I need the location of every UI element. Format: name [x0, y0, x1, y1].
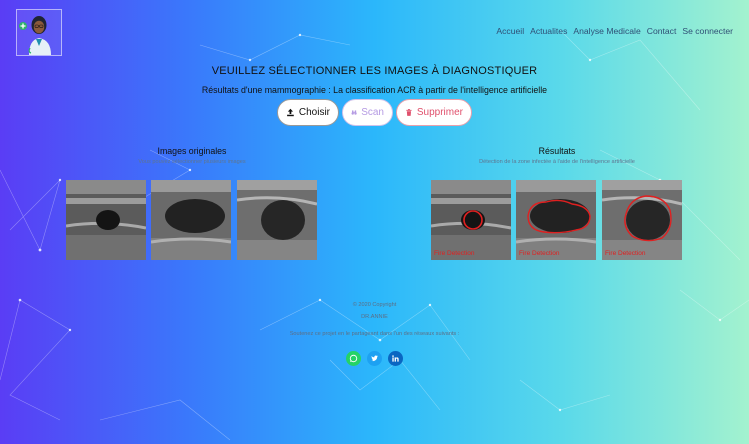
nav-accueil[interactable]: Accueil — [496, 26, 524, 36]
footer-copyright: © 2020 Copyright — [352, 302, 397, 308]
whatsapp-icon — [349, 354, 358, 363]
page-title: VEUILLEZ SÉLECTIONNER LES IMAGES À DIAGN… — [211, 65, 538, 77]
detection-label: Fire Detection — [605, 250, 646, 257]
nav-actualites[interactable]: Actualites — [530, 26, 567, 36]
page-subtitle: Résultats d'une mammographie : La classi… — [201, 85, 548, 95]
results-caption: Détection de la zone infectée à l'aide d… — [479, 159, 635, 165]
footer-brand: DR.ANNIE — [361, 314, 388, 320]
whatsapp-button[interactable] — [346, 351, 361, 366]
result-image-1[interactable]: Fire Detection — [431, 180, 511, 260]
scan-button[interactable]: Scan — [342, 99, 393, 126]
result-image-3[interactable]: Fire Detection — [602, 180, 682, 260]
linkedin-icon — [392, 355, 399, 362]
footer-share-text: Soutenez ce projet en le partageant dans… — [289, 331, 460, 337]
trash-icon — [406, 109, 412, 116]
action-bar: Choisir Scan Supprimer — [0, 99, 749, 126]
social-links — [0, 351, 749, 366]
nav-se-connecter[interactable]: Se connecter — [682, 26, 733, 36]
original-image-1[interactable] — [66, 180, 146, 260]
originals-caption: Vous pouvez sélectionner plusieurs image… — [138, 159, 246, 165]
upload-icon — [287, 108, 294, 117]
main-nav: Accueil Actualites Analyse Medicale Cont… — [496, 26, 733, 36]
detection-label: Fire Detection — [519, 250, 560, 257]
nav-contact[interactable]: Contact — [647, 26, 677, 36]
results-heading: Résultats — [538, 146, 576, 156]
scan-label: Scan — [361, 107, 384, 118]
originals-heading: Images originales — [157, 146, 227, 156]
detection-label: Fire Detection — [434, 250, 475, 257]
doctor-avatar-icon — [19, 16, 51, 55]
original-image-3[interactable] — [237, 180, 317, 260]
result-image-2[interactable]: Fire Detection — [516, 180, 596, 260]
original-image-2[interactable] — [151, 180, 231, 260]
binoculars-icon — [351, 110, 357, 115]
linkedin-button[interactable] — [388, 351, 403, 366]
delete-label: Supprimer — [416, 107, 463, 118]
choose-label: Choisir — [298, 107, 330, 118]
choose-button[interactable]: Choisir — [277, 99, 339, 126]
twitter-button[interactable] — [367, 351, 382, 366]
delete-button[interactable]: Supprimer — [396, 99, 472, 126]
app-logo[interactable] — [16, 9, 62, 56]
nav-analyse-medicale[interactable]: Analyse Medicale — [573, 26, 640, 36]
twitter-icon — [371, 355, 379, 362]
